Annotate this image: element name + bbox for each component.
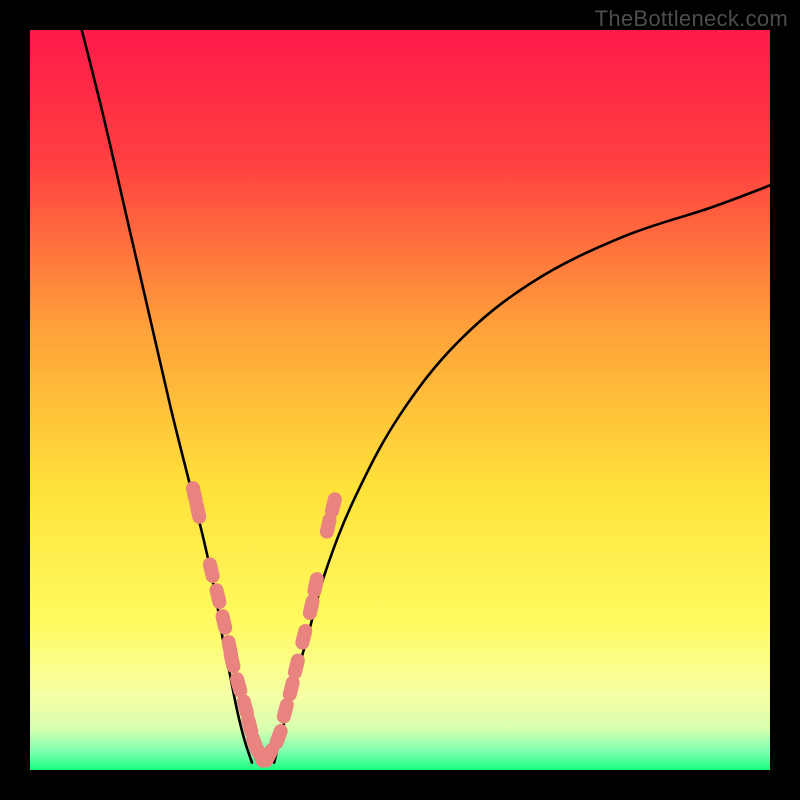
scatter-dot — [208, 582, 228, 611]
watermark-text: TheBottleneck.com — [595, 6, 788, 32]
scatter-dot — [214, 608, 233, 636]
scatter-dot — [222, 646, 242, 675]
scatter-right — [257, 491, 344, 770]
chart-frame: TheBottleneck.com — [0, 0, 800, 800]
scatter-left — [185, 480, 272, 770]
scatter-dot — [202, 556, 222, 585]
scatter-dot — [301, 593, 320, 621]
scatter-dot — [323, 491, 343, 520]
scatter-dot — [287, 652, 307, 681]
curves-layer — [30, 30, 770, 770]
right-curve — [274, 185, 770, 762]
plot-area — [30, 30, 770, 770]
scatter-dot — [188, 497, 207, 525]
scatter-dot — [294, 622, 314, 651]
scatter-dot — [281, 674, 301, 703]
scatter-dot — [306, 571, 325, 599]
